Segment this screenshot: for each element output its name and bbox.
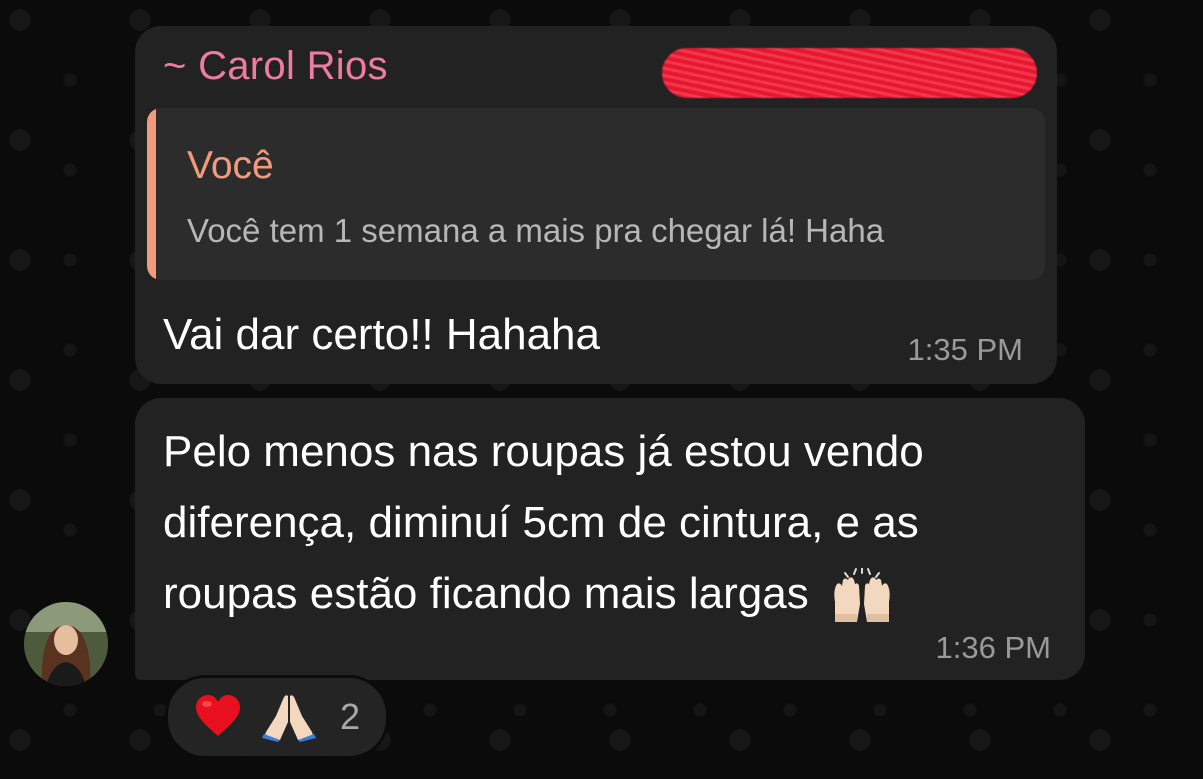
red-heart-icon <box>194 694 242 738</box>
reaction-count: 2 <box>340 696 361 737</box>
message-text: Vai dar certo!! Hahaha <box>163 310 600 359</box>
message-text: Pelo menos nas roupas já estou vendo dif… <box>163 416 1063 629</box>
quoted-reply[interactable]: Você Você tem 1 semana a mais pra chegar… <box>147 108 1045 280</box>
raising-hands-icon <box>827 567 897 624</box>
reply-author: Você <box>187 144 274 187</box>
reactions-pill[interactable]: 2 <box>165 675 389 759</box>
message-timestamp: 1:35 PM <box>907 332 1023 367</box>
message-bubble[interactable]: ~ Carol Rios Você Você tem 1 semana a ma… <box>135 26 1057 384</box>
redacted-phone-number <box>662 48 1037 98</box>
folded-hands-icon <box>262 692 316 742</box>
avatar[interactable] <box>24 602 108 686</box>
message-text-body: Pelo menos nas roupas já estou vendo dif… <box>163 427 924 618</box>
message-timestamp: 1:36 PM <box>935 630 1051 665</box>
reply-text: Você tem 1 semana a mais pra chegar lá! … <box>187 212 885 249</box>
reply-accent-bar <box>147 108 156 280</box>
message-bubble[interactable]: Pelo menos nas roupas já estou vendo dif… <box>135 398 1085 680</box>
sender-name[interactable]: ~ Carol Rios <box>163 44 388 89</box>
